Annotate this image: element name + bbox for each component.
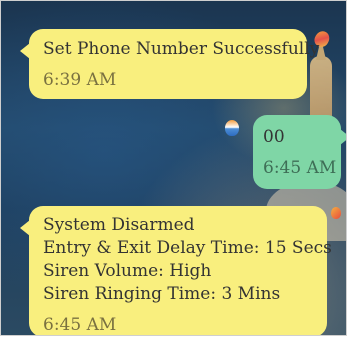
bubble-tail — [20, 43, 30, 59]
hot-air-balloon-icon — [225, 120, 239, 136]
message-timestamp: 6:45 AM — [263, 158, 337, 178]
bubble-tail — [340, 129, 346, 145]
message-bubble-outgoing[interactable]: 00 6:45 AM — [253, 115, 346, 189]
chat-conversation: Set Phone Number Successfully 6:39 AM 00… — [0, 0, 347, 336]
message-line: Entry & Exit Delay Time: 15 Secs — [43, 238, 332, 258]
message-text: Set Phone Number Successfully — [43, 39, 320, 59]
message-bubble-incoming[interactable]: System Disarmed Entry & Exit Delay Time:… — [20, 206, 332, 335]
message-line: Siren Volume: High — [43, 261, 212, 281]
message-timestamp: 6:39 AM — [43, 70, 117, 90]
hot-air-balloon-icon — [331, 207, 341, 219]
message-line: Siren Ringing Time: 3 Mins — [43, 284, 281, 304]
message-text: 00 — [263, 127, 285, 147]
message-timestamp: 6:45 AM — [43, 315, 117, 335]
message-bubble-incoming[interactable]: Set Phone Number Successfully 6:39 AM — [20, 29, 320, 99]
message-line: System Disarmed — [43, 215, 195, 235]
bubble-tail — [20, 220, 30, 236]
